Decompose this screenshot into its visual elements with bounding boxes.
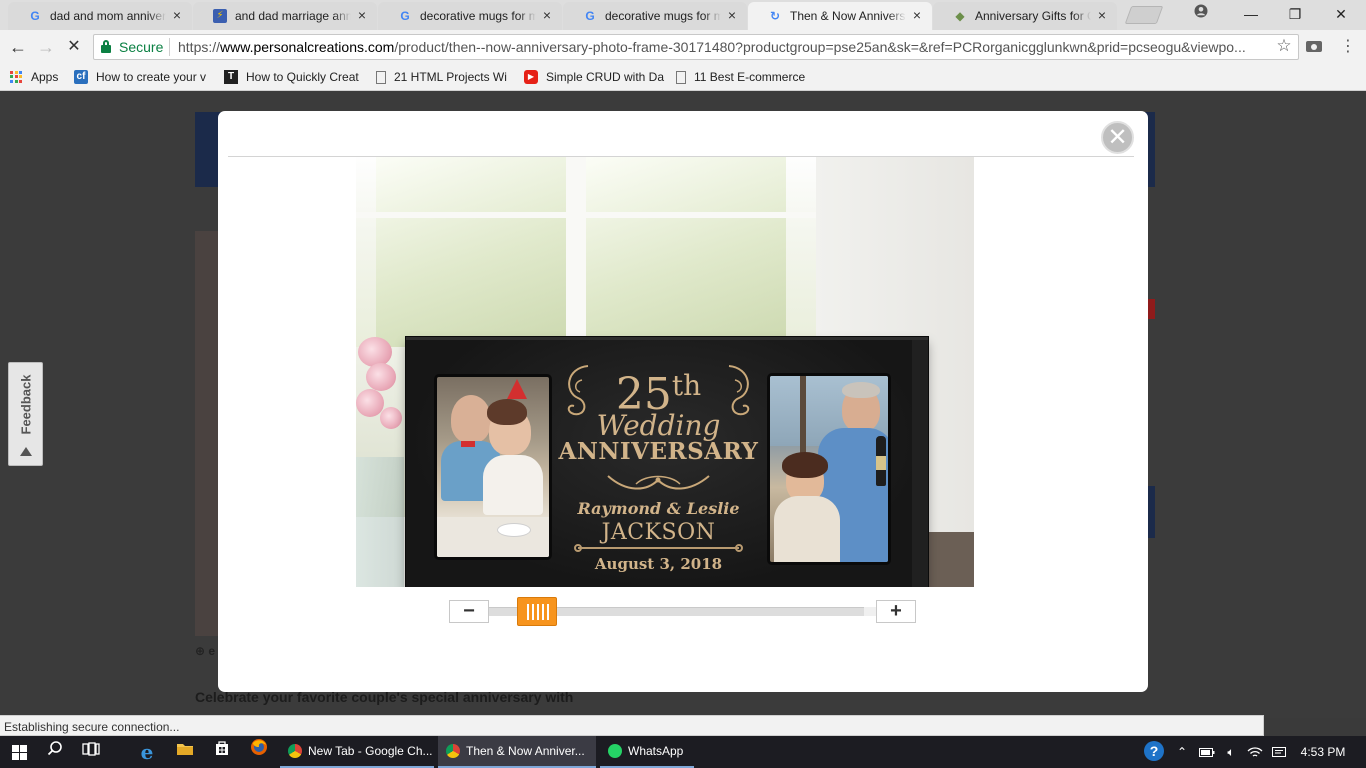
tab-title: and dad marriage anniv	[235, 9, 351, 23]
tab-title: dad and mom anniversary	[50, 9, 166, 23]
tab-dad-and-mom[interactable]: G dad and mom anniversary ×	[8, 2, 192, 30]
tab-decorative-mugs-2[interactable]: G decorative mugs for mom ×	[563, 2, 747, 30]
zoom-control: − +	[449, 597, 917, 626]
feedback-tab[interactable]: Feedback	[8, 362, 43, 466]
task-view-icon[interactable]	[72, 736, 110, 768]
magnifier-icon: ⊕	[195, 644, 206, 658]
engraving-anniversary: ANNIVERSARY	[558, 438, 759, 465]
bolt-favicon-icon: ⚡	[213, 9, 227, 23]
taskbar-then-and-now-chrome[interactable]: Then & Now Anniver...	[438, 736, 596, 768]
frame-engraving: 25th Wedding ANNIVERSARY Raymond & Lesli…	[556, 358, 761, 587]
engraving-surname: JACKSON	[601, 520, 716, 545]
feedback-label: Feedback	[18, 374, 34, 435]
tab-then-and-now[interactable]: ↻ Then & Now Anniversary ×	[748, 2, 932, 30]
anniversary-photo-frame: 25th Wedding ANNIVERSARY Raymond & Lesli…	[406, 337, 928, 587]
lock-icon[interactable]	[101, 40, 111, 53]
bookmark-create-your[interactable]: cf How to create your v	[74, 68, 206, 86]
chrome-icon	[446, 744, 460, 758]
codeforum-icon: cf	[74, 70, 88, 84]
whatsapp-icon	[608, 744, 622, 758]
new-tab-button[interactable]	[1124, 6, 1164, 24]
start-button[interactable]	[0, 736, 40, 768]
tab-close-icon[interactable]: ×	[725, 8, 739, 22]
notification-icon[interactable]	[1268, 736, 1290, 768]
system-clock[interactable]: 4:53 PM	[1298, 736, 1348, 768]
back-arrow-icon[interactable]: ←	[6, 35, 30, 59]
volume-icon[interactable]: 🔈︎	[1220, 736, 1242, 768]
zoom-out-button[interactable]: −	[449, 600, 489, 623]
document-icon	[676, 70, 686, 84]
document-icon	[376, 70, 386, 84]
engraving-first-names: Raymond & Leslie	[577, 499, 740, 518]
google-favicon-icon: G	[585, 9, 595, 23]
store-icon[interactable]	[203, 736, 241, 768]
edge-browser-icon[interactable]: e	[128, 736, 166, 768]
tab-title: Anniversary Gifts for Co	[975, 9, 1091, 23]
status-bar: Establishing secure connection...	[0, 715, 1264, 736]
engraving-date: August 3, 2018	[594, 555, 723, 573]
windows-taskbar: e New Tab - Google Ch... Then & Now Anni…	[0, 736, 1366, 768]
apps-grid-icon	[10, 70, 23, 84]
now-photo	[767, 373, 891, 565]
tutsplus-icon: T	[224, 70, 238, 84]
tab-title: decorative mugs for mom	[605, 9, 721, 23]
zoom-slider-handle[interactable]	[516, 597, 557, 626]
bookmark-apps[interactable]: Apps	[10, 68, 58, 86]
bookmark-star-icon[interactable]: ☆	[1275, 36, 1293, 56]
loading-spinner-icon: ↻	[769, 9, 781, 23]
show-hidden-icons-chevron-icon[interactable]: ⌃	[1172, 736, 1192, 768]
search-icon[interactable]	[36, 736, 74, 768]
url-text[interactable]: https://www.personalcreations.com/produc…	[178, 39, 1268, 55]
secure-label[interactable]: Secure	[119, 39, 163, 55]
firefox-icon[interactable]	[240, 736, 278, 768]
window-background	[356, 157, 816, 347]
help-icon[interactable]: ?	[1144, 741, 1164, 761]
bookmark-simple-crud[interactable]: ▶ Simple CRUD with Da	[524, 68, 664, 86]
product-zoom-image[interactable]: 25th Wedding ANNIVERSARY Raymond & Lesli…	[356, 157, 974, 587]
tab-close-icon[interactable]: ×	[910, 8, 924, 22]
maximize-button[interactable]: ❐	[1272, 0, 1318, 30]
tab-close-icon[interactable]: ×	[355, 8, 369, 22]
wifi-icon[interactable]	[1244, 736, 1266, 768]
forward-arrow-icon[interactable]: →	[34, 35, 58, 59]
google-favicon-icon: G	[30, 9, 40, 23]
youtube-icon: ▶	[524, 70, 538, 84]
bookmark-best-ecommerce[interactable]: 11 Best E-commerce	[676, 68, 805, 86]
tab-close-icon[interactable]: ×	[170, 8, 184, 22]
google-favicon-icon: G	[400, 9, 410, 23]
menu-kebab-icon[interactable]: ⋮	[1340, 38, 1356, 56]
profile-icon[interactable]	[1178, 0, 1224, 30]
tab-dad-marriage[interactable]: ⚡ and dad marriage anniv ×	[193, 2, 377, 30]
file-explorer-icon[interactable]	[166, 736, 204, 768]
minimize-button[interactable]: —	[1228, 0, 1274, 30]
tab-decorative-mugs-1[interactable]: G decorative mugs for mom ×	[378, 2, 562, 30]
close-window-button[interactable]: ✕	[1318, 0, 1364, 30]
center-flourish-icon	[607, 475, 710, 490]
then-photo	[434, 374, 552, 560]
chrome-icon	[288, 744, 302, 758]
zoom-in-button[interactable]: +	[876, 600, 916, 623]
gift-favicon-icon: ◆	[955, 9, 965, 23]
taskbar-whatsapp[interactable]: WhatsApp	[600, 736, 694, 768]
battery-icon[interactable]	[1196, 736, 1218, 768]
tab-close-icon[interactable]: ×	[540, 8, 554, 22]
windows-logo-icon	[12, 745, 27, 760]
tab-close-icon[interactable]: ×	[1095, 8, 1109, 22]
taskbar-new-tab-chrome[interactable]: New Tab - Google Ch...	[280, 736, 434, 768]
modal-close-button[interactable]: ✕	[1101, 121, 1134, 154]
bookmark-quickly-create[interactable]: T How to Quickly Creat	[224, 68, 359, 86]
camera-icon[interactable]	[1306, 38, 1324, 54]
enlarge-link: ⊕ e	[195, 644, 216, 658]
tab-title: decorative mugs for mom	[420, 9, 536, 23]
tab-title: Then & Now Anniversary	[790, 9, 906, 23]
tab-strip: G dad and mom anniversary × ⚡ and dad ma…	[0, 0, 1366, 30]
up-arrow-icon	[20, 447, 32, 456]
stop-loading-icon[interactable]: ✕	[62, 35, 86, 59]
bookmark-html-projects[interactable]: 21 HTML Projects Wi	[376, 68, 507, 86]
tab-anniversary-gifts[interactable]: ◆ Anniversary Gifts for Co ×	[933, 2, 1117, 30]
